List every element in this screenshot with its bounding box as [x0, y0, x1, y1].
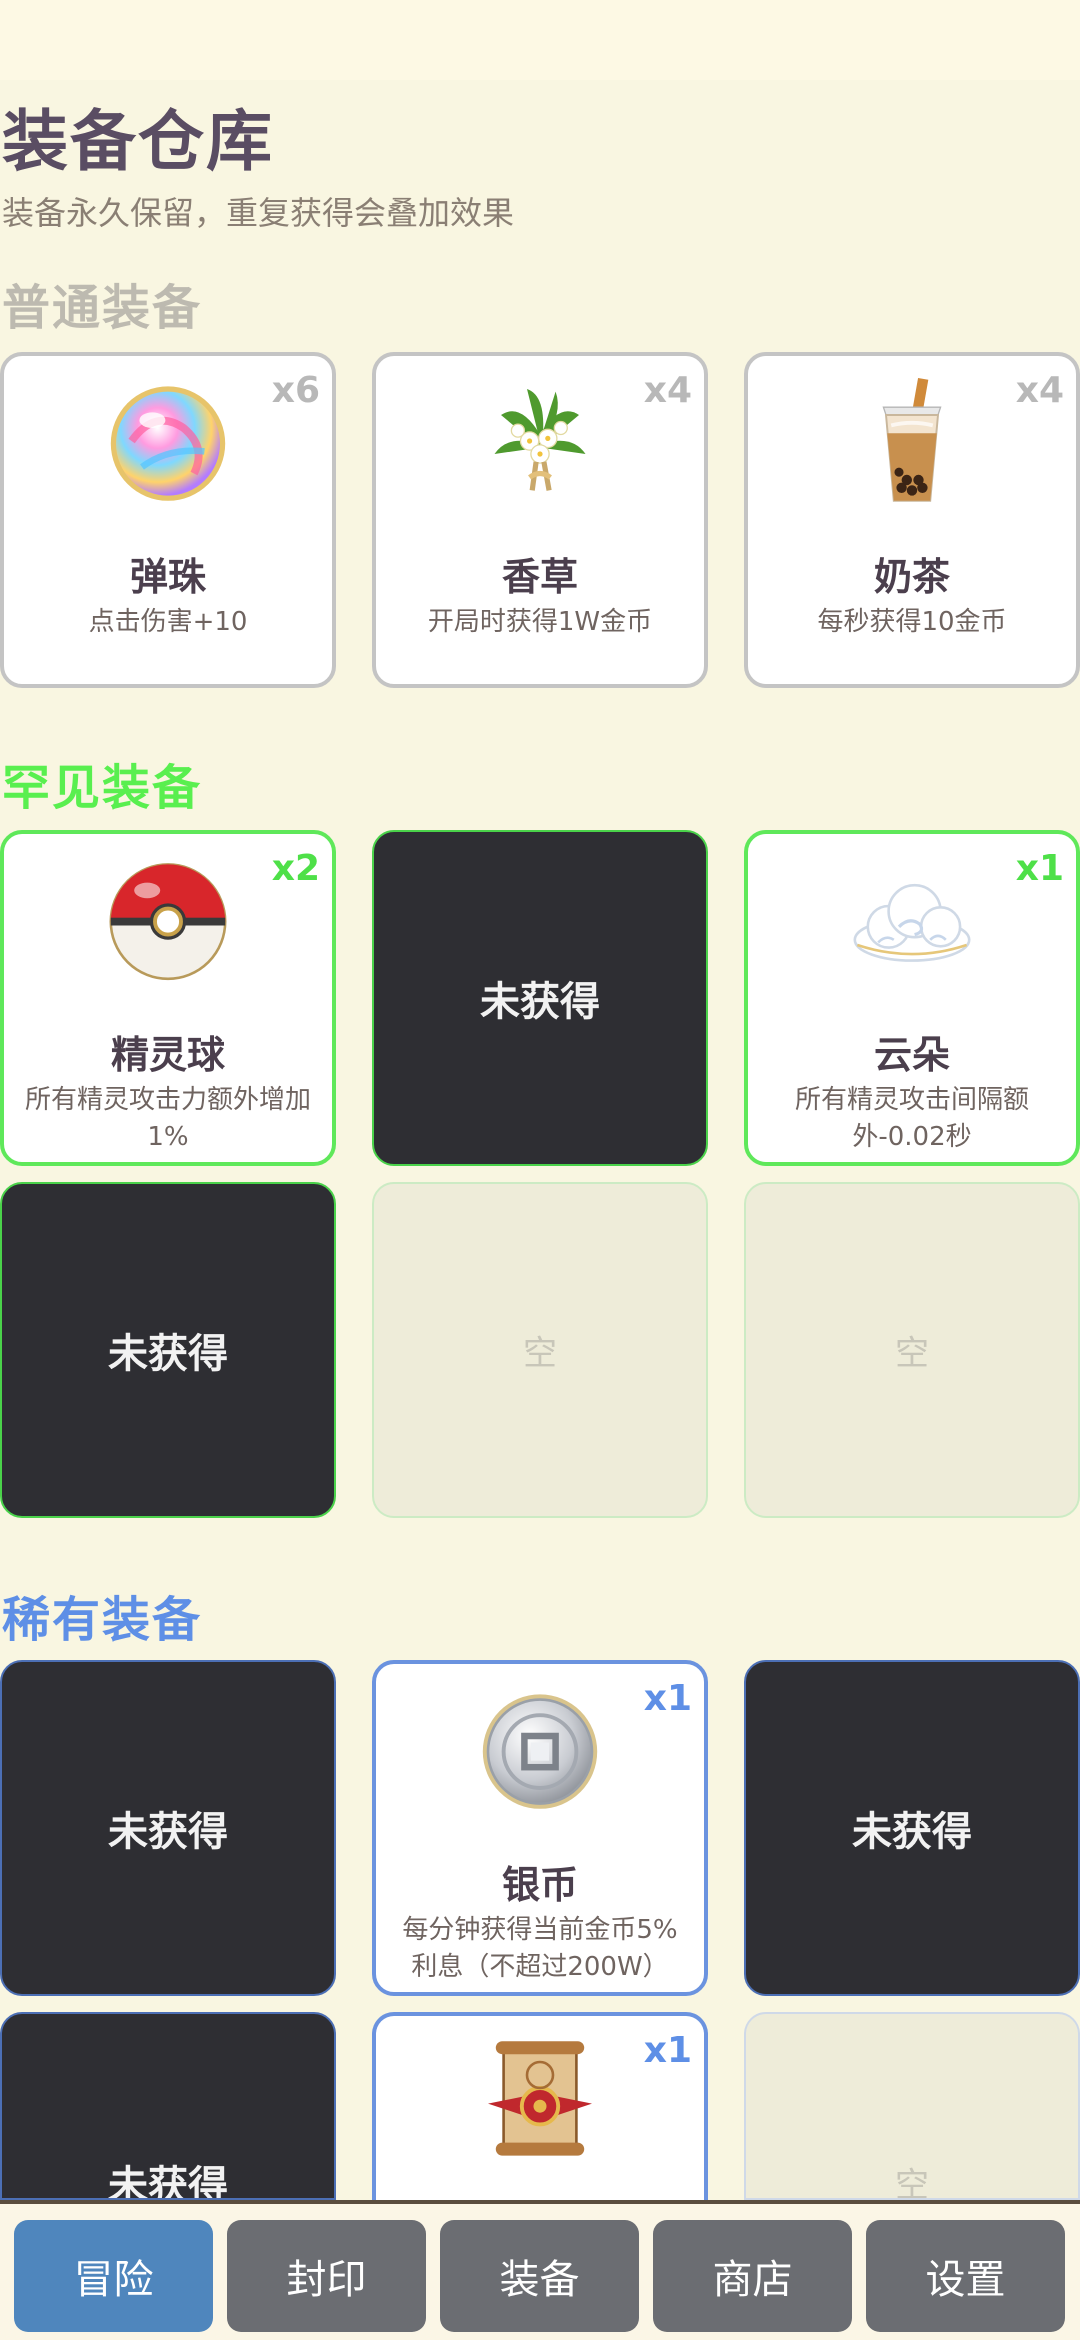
item-count: x6	[271, 370, 320, 411]
item-name: 香草	[501, 555, 578, 599]
item-name: 奶茶	[873, 555, 950, 599]
empty-label: 空	[523, 1333, 557, 1374]
equipment-card-pokeball[interactable]: x2 精灵球 所有精灵攻击力额外增加1%	[0, 830, 336, 1166]
equipment-card-silver-coin[interactable]: x1 银币 每分钟获得当前金币5%利息（不超过200W）	[372, 1660, 708, 1996]
equipment-card-locked[interactable]: 未获得	[0, 1182, 336, 1518]
item-count: x2	[271, 848, 320, 889]
equipment-card-locked[interactable]: 未获得	[0, 1660, 336, 1996]
section-title-rare: 稀有装备	[2, 1592, 203, 1648]
equipment-card-locked[interactable]: 未获得	[372, 830, 708, 1166]
locked-label: 未获得	[852, 1809, 972, 1855]
nav-button-settings[interactable]: 设置	[866, 2220, 1065, 2332]
empty-label: 空	[895, 1333, 929, 1374]
locked-label: 未获得	[108, 2163, 228, 2200]
equipment-card-vanilla[interactable]: x4 香草 开局时获得1W金币	[372, 352, 708, 688]
nav-button-equipment[interactable]: 装备	[440, 2220, 639, 2332]
item-description: 所有精灵攻击力额外增加1%	[24, 1085, 311, 1152]
silver-coin-icon	[482, 1694, 598, 1809]
equipment-card-cloud[interactable]: x1 云朵 所有精灵攻击间隔额外-0.02秒	[744, 830, 1080, 1166]
status-bar-area	[0, 0, 1080, 80]
item-name: 精灵球	[110, 1033, 225, 1077]
nav-button-seal[interactable]: 封印	[227, 2220, 426, 2332]
item-count: x1	[643, 2030, 692, 2071]
equipment-card-locked[interactable]: 未获得	[744, 1660, 1080, 1996]
equipment-slot-empty: 空	[372, 1182, 708, 1518]
cloud-icon	[853, 883, 971, 962]
item-count: x1	[1015, 848, 1064, 889]
item-description: 所有精灵攻击间隔额外-0.02秒	[794, 1085, 1029, 1152]
equipment-card-marble[interactable]: x6 弹珠 点击伤害+10	[0, 352, 336, 688]
section-title-common: 普通装备	[2, 280, 203, 336]
equipment-card-milk-tea[interactable]: x4 奶茶 每秒获得10金币	[744, 352, 1080, 688]
item-description: 每分钟获得当前金币5%利息（不超过200W）	[402, 1915, 678, 1982]
equipment-card-locked[interactable]: 未获得	[0, 2012, 336, 2200]
bottom-nav: 冒险 封印 装备 商店 设置	[0, 2200, 1080, 2340]
item-name: 云朵	[873, 1033, 950, 1077]
empty-label: 空	[895, 2165, 929, 2200]
item-count: x1	[643, 1678, 692, 1719]
locked-label: 未获得	[108, 1809, 228, 1855]
locked-label: 未获得	[108, 1331, 228, 1377]
item-name: 银币	[501, 1863, 578, 1907]
page-subtitle: 装备永久保留，重复获得会叠加效果	[2, 194, 515, 232]
marble-icon	[110, 386, 226, 501]
page-title: 装备仓库	[2, 103, 274, 180]
nav-button-shop[interactable]: 商店	[653, 2220, 852, 2332]
section-title-uncommon: 罕见装备	[2, 760, 203, 816]
milk-tea-icon	[882, 377, 942, 502]
scroll-icon	[488, 2041, 592, 2156]
item-count: x4	[643, 370, 692, 411]
item-description: 开局时获得1W金币	[427, 607, 653, 637]
item-description: 点击伤害+10	[88, 607, 248, 637]
item-count: x4	[1015, 370, 1064, 411]
item-name: 弹珠	[129, 555, 206, 599]
equipment-slot-empty: 空	[744, 1182, 1080, 1518]
pokeball-icon	[109, 863, 227, 981]
equipment-slot-empty: 空	[744, 2012, 1080, 2200]
item-description: 每秒获得10金币	[817, 607, 1007, 637]
nav-button-adventure[interactable]: 冒险	[14, 2220, 213, 2332]
equipment-card-scroll[interactable]: x1	[372, 2012, 708, 2200]
locked-label: 未获得	[480, 979, 600, 1025]
vanilla-flower-icon	[494, 389, 586, 491]
